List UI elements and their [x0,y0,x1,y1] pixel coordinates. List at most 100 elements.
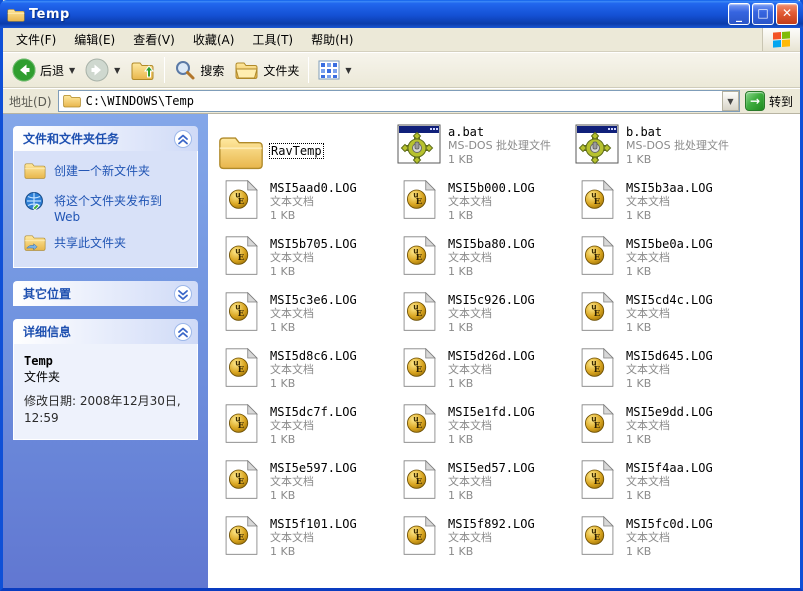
task-item-label: 共享此文件夹 [54,236,127,251]
menu-item-5[interactable]: 帮助(H) [302,28,362,51]
collapse-button[interactable] [174,129,192,148]
collapse-button[interactable] [174,322,192,341]
forward-button[interactable]: ▼ [80,56,125,84]
file-tile-MSI5dc7f.LOG[interactable]: MSI5dc7f.LOG 文本文档 1 KB [218,402,396,458]
panel-file-tasks-title: 文件和文件夹任务 [23,132,120,146]
file-tile-RavTemp[interactable]: RavTemp [218,122,396,178]
file-tile-MSI5b000.LOG[interactable]: MSI5b000.LOG 文本文档 1 KB [396,178,574,234]
log-file-icon [225,516,257,555]
file-size-label: 1 KB [270,489,296,503]
file-size-label: 1 KB [270,209,296,223]
file-tile-MSI5c3e6.LOG[interactable]: MSI5c3e6.LOG 文本文档 1 KB [218,290,396,346]
file-tile-MSI5d26d.LOG[interactable]: MSI5d26d.LOG 文本文档 1 KB [396,346,574,402]
details-modified-date: 修改日期: 2008年12月30日, 12:59 [24,394,181,426]
file-size-label: 1 KB [626,545,652,559]
panel-details-header[interactable]: 详细信息 [13,319,198,345]
address-input[interactable]: C:\WINDOWS\Temp ▼ [57,90,740,112]
file-tile-MSI5b3aa.LOG[interactable]: MSI5b3aa.LOG 文本文档 1 KB [574,178,752,234]
log-file-icon [581,348,613,387]
file-type-label: 文本文档 [270,307,314,320]
log-file-icon [403,292,435,331]
file-tile-MSI5cd4c.LOG[interactable]: MSI5cd4c.LOG 文本文档 1 KB [574,290,752,346]
menu-item-3[interactable]: 收藏(A) [184,28,244,51]
menu-item-2[interactable]: 查看(V) [124,28,184,51]
chevron-down-icon [178,289,188,300]
file-name-label: MSI5ed57.LOG [448,461,535,475]
window-title: Temp [29,6,70,22]
new-folder-icon [24,163,46,179]
address-dropdown-button[interactable]: ▼ [721,91,739,111]
forward-arrow-icon [85,58,109,82]
menu-item-0[interactable]: 文件(F) [7,28,65,51]
file-tile-MSI5e597.LOG[interactable]: MSI5e597.LOG 文本文档 1 KB [218,458,396,514]
log-file-icon [581,236,613,275]
file-size-label: 1 KB [626,377,652,391]
file-tile-MSI5f101.LOG[interactable]: MSI5f101.LOG 文本文档 1 KB [218,514,396,570]
file-tile-a.bat[interactable]: a.bat MS-DOS 批处理文件 1 KB [396,122,574,178]
file-tile-MSI5fc0d.LOG[interactable]: MSI5fc0d.LOG 文本文档 1 KB [574,514,752,570]
file-name-label: MSI5f101.LOG [270,517,357,531]
file-list-area[interactable]: RavTemp a.bat MS-DOS 批处理文件 1 KB b.bat MS… [208,114,800,588]
panel-file-tasks-header[interactable]: 文件和文件夹任务 [13,126,198,151]
menu-bar-items: 文件(F) 编辑(E) 查看(V) 收藏(A) 工具(T) 帮助(H) [7,28,362,51]
details-folder-type: 文件夹 [24,370,61,385]
main-area: 文件和文件夹任务 创建一个新文件夹 将这个文件夹发布到 Web 共享此文件夹 其… [3,114,800,588]
file-tile-b.bat[interactable]: b.bat MS-DOS 批处理文件 1 KB [574,122,752,178]
back-arrow-icon [12,58,36,82]
toolbar: 后退 ▼ ▼ 搜索 文件夹 ▼ [3,52,800,88]
file-size-label: 1 KB [448,265,474,279]
log-file-icon [581,292,613,331]
minimize-button[interactable]: _ [728,3,750,25]
maximize-button[interactable]: □ [752,3,774,25]
task-item-2[interactable]: 共享此文件夹 [24,233,189,255]
up-folder-icon [131,62,155,80]
file-tile-MSI5d645.LOG[interactable]: MSI5d645.LOG 文本文档 1 KB [574,346,752,402]
file-tile-MSI5e1fd.LOG[interactable]: MSI5e1fd.LOG 文本文档 1 KB [396,402,574,458]
file-tile-MSI5b705.LOG[interactable]: MSI5b705.LOG 文本文档 1 KB [218,234,396,290]
close-button[interactable]: ✕ [776,3,798,25]
file-size-label: 1 KB [448,489,474,503]
task-item-1[interactable]: 将这个文件夹发布到 Web [24,191,189,225]
chevron-up-icon [178,327,188,338]
back-button[interactable]: 后退 ▼ [7,56,80,84]
file-type-label: 文本文档 [626,251,670,264]
file-tile-MSI5f892.LOG[interactable]: MSI5f892.LOG 文本文档 1 KB [396,514,574,570]
back-dropdown-icon[interactable]: ▼ [69,66,75,75]
file-type-label: 文本文档 [626,531,670,544]
file-size-label: 1 KB [626,209,652,223]
file-tile-MSI5ba80.LOG[interactable]: MSI5ba80.LOG 文本文档 1 KB [396,234,574,290]
file-name-label: RavTemp [269,143,324,159]
file-tile-MSI5f4aa.LOG[interactable]: MSI5f4aa.LOG 文本文档 1 KB [574,458,752,514]
views-dropdown-icon[interactable]: ▼ [345,66,351,75]
file-type-label: 文本文档 [448,251,492,264]
log-file-icon [225,404,257,443]
file-name-label: MSI5dc7f.LOG [270,405,357,419]
file-name-label: MSI5ba80.LOG [448,237,535,251]
file-tile-MSI5aad0.LOG[interactable]: MSI5aad0.LOG 文本文档 1 KB [218,178,396,234]
log-file-icon [225,292,257,331]
go-button[interactable]: → 转到 [744,91,797,111]
file-tile-MSI5be0a.LOG[interactable]: MSI5be0a.LOG 文本文档 1 KB [574,234,752,290]
file-tile-MSI5e9dd.LOG[interactable]: MSI5e9dd.LOG 文本文档 1 KB [574,402,752,458]
address-folder-icon [62,95,81,108]
up-button[interactable] [125,56,160,84]
file-name-label: MSI5d26d.LOG [448,349,535,363]
panel-other-places-header[interactable]: 其它位置 [13,281,198,307]
file-tile-MSI5d8c6.LOG[interactable]: MSI5d8c6.LOG 文本文档 1 KB [218,346,396,402]
menu-item-4[interactable]: 工具(T) [243,28,302,51]
maximize-icon: □ [757,6,769,20]
file-tile-MSI5c926.LOG[interactable]: MSI5c926.LOG 文本文档 1 KB [396,290,574,346]
file-type-label: 文本文档 [626,419,670,432]
file-size-label: 1 KB [626,489,652,503]
file-type-label: 文本文档 [448,419,492,432]
file-tile-MSI5ed57.LOG[interactable]: MSI5ed57.LOG 文本文档 1 KB [396,458,574,514]
file-type-label: 文本文档 [270,251,314,264]
expand-button[interactable] [174,284,192,303]
menu-item-1[interactable]: 编辑(E) [65,28,124,51]
views-button[interactable]: ▼ [313,58,356,82]
file-type-label: 文本文档 [448,475,492,488]
task-item-0[interactable]: 创建一个新文件夹 [24,161,189,183]
search-button[interactable]: 搜索 [169,57,229,83]
file-type-label: 文本文档 [626,195,670,208]
folders-button[interactable]: 文件夹 [229,57,304,83]
